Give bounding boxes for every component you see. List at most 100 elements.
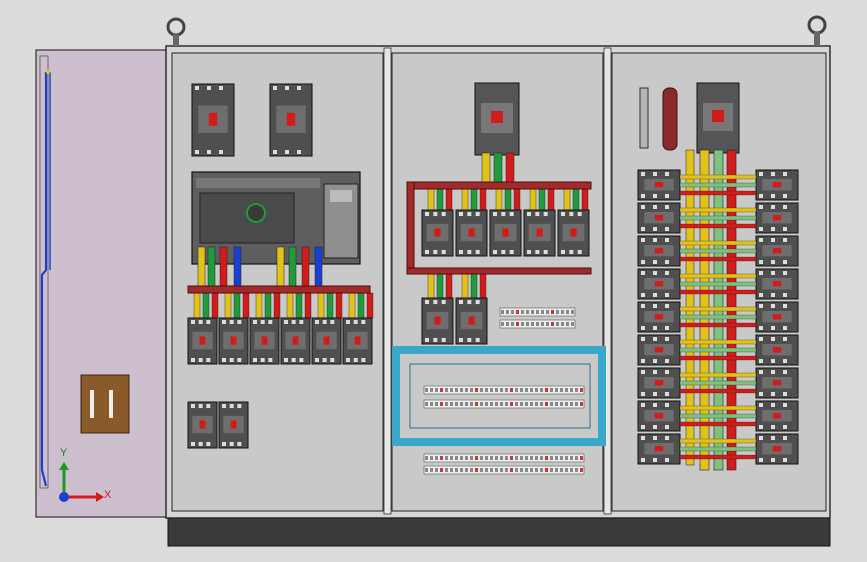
middle-lower-breaker[interactable] bbox=[455, 297, 488, 345]
right-main-breaker[interactable] bbox=[696, 82, 740, 154]
axis-x-label: X bbox=[104, 489, 112, 501]
right-right-breaker[interactable] bbox=[755, 301, 799, 333]
bus-link bbox=[679, 421, 757, 427]
axis-origin-icon bbox=[59, 492, 69, 502]
bus-link bbox=[679, 339, 757, 345]
door-document-pocket bbox=[80, 374, 130, 434]
wire bbox=[317, 292, 325, 319]
wire bbox=[264, 292, 272, 319]
right-right-breaker[interactable] bbox=[755, 400, 799, 432]
right-right-breaker[interactable] bbox=[755, 169, 799, 201]
bus-link bbox=[679, 372, 757, 378]
left-bottom-breaker[interactable] bbox=[218, 401, 249, 449]
right-left-breaker[interactable] bbox=[637, 334, 681, 366]
right-right-breaker[interactable] bbox=[755, 235, 799, 267]
wire bbox=[219, 246, 228, 290]
bus-link bbox=[679, 355, 757, 361]
middle-upper-breaker[interactable] bbox=[523, 209, 556, 257]
wire bbox=[335, 292, 343, 319]
bus-link bbox=[679, 256, 757, 262]
left-mid-breaker[interactable] bbox=[218, 317, 249, 365]
left-mid-breaker[interactable] bbox=[311, 317, 342, 365]
middle-cable-duct bbox=[392, 346, 606, 446]
cabinet-door[interactable] bbox=[35, 49, 169, 518]
left-bottom-breaker[interactable] bbox=[187, 401, 218, 449]
wire bbox=[193, 292, 201, 319]
left-top-breaker[interactable] bbox=[269, 83, 313, 157]
left-mid-breaker[interactable] bbox=[249, 317, 280, 365]
middle-upper-breaker[interactable] bbox=[421, 209, 454, 257]
bus-link bbox=[679, 322, 757, 328]
left-top-breaker[interactable] bbox=[191, 83, 235, 157]
right-left-breaker[interactable] bbox=[637, 400, 681, 432]
wire bbox=[357, 292, 365, 319]
terminal-block bbox=[423, 399, 585, 409]
bus-link bbox=[679, 380, 757, 386]
right-left-breaker[interactable] bbox=[637, 169, 681, 201]
bus-link bbox=[679, 182, 757, 188]
middle-lower-breaker[interactable] bbox=[421, 297, 454, 345]
wire bbox=[207, 246, 216, 290]
wire bbox=[233, 246, 242, 290]
bus-link bbox=[679, 446, 757, 452]
ats-selector-knob-icon[interactable] bbox=[246, 203, 266, 223]
middle-upper-breaker[interactable] bbox=[557, 209, 590, 257]
bus-link bbox=[679, 306, 757, 312]
right-left-breaker[interactable] bbox=[637, 367, 681, 399]
left-mid-breaker[interactable] bbox=[187, 317, 218, 365]
terminal-block bbox=[499, 319, 576, 329]
right-left-breaker[interactable] bbox=[637, 202, 681, 234]
wire bbox=[273, 292, 281, 319]
bus-link bbox=[679, 215, 757, 221]
wire bbox=[242, 292, 250, 319]
bus-link bbox=[679, 454, 757, 460]
right-right-breaker[interactable] bbox=[755, 334, 799, 366]
wire bbox=[224, 292, 232, 319]
left-mid-breaker[interactable] bbox=[342, 317, 373, 365]
bus-link bbox=[679, 388, 757, 394]
middle-upper-breaker[interactable] bbox=[489, 209, 522, 257]
middle-upper-breakers bbox=[421, 209, 590, 257]
wire bbox=[304, 292, 312, 319]
right-left-breaker[interactable] bbox=[637, 433, 681, 465]
bus-link bbox=[679, 240, 757, 246]
bus-link bbox=[679, 174, 757, 180]
middle-main-breaker[interactable] bbox=[474, 82, 520, 156]
cad-viewport[interactable]: X Y bbox=[0, 0, 867, 562]
right-left-breaker[interactable] bbox=[637, 235, 681, 267]
cabinet-plinth bbox=[167, 515, 831, 547]
right-right-breaker[interactable] bbox=[755, 367, 799, 399]
terminal-block bbox=[423, 453, 585, 463]
bus-link bbox=[679, 314, 757, 320]
bus-link bbox=[679, 405, 757, 411]
wire bbox=[233, 292, 241, 319]
right-right-breaker[interactable] bbox=[755, 202, 799, 234]
wire bbox=[202, 292, 210, 319]
bus-link bbox=[679, 438, 757, 444]
wire bbox=[326, 292, 334, 319]
right-left-breaker[interactable] bbox=[637, 301, 681, 333]
right-right-breaker[interactable] bbox=[755, 268, 799, 300]
wire bbox=[211, 292, 219, 319]
middle-upper-breaker[interactable] bbox=[455, 209, 488, 257]
left-busbar bbox=[187, 285, 371, 294]
wire bbox=[255, 292, 263, 319]
wire bbox=[276, 246, 285, 290]
ats-controller[interactable] bbox=[191, 171, 361, 265]
bus-link bbox=[679, 347, 757, 353]
right-left-breaker[interactable] bbox=[637, 268, 681, 300]
bus-link bbox=[679, 248, 757, 254]
wire bbox=[366, 292, 374, 319]
bus-link bbox=[679, 281, 757, 287]
right-right-breaker[interactable] bbox=[755, 433, 799, 465]
bus-link bbox=[679, 289, 757, 295]
wire bbox=[288, 246, 297, 290]
wire bbox=[348, 292, 356, 319]
terminal-block bbox=[423, 385, 585, 395]
terminal-block bbox=[423, 465, 585, 475]
left-mid-breaker[interactable] bbox=[280, 317, 311, 365]
bus-link bbox=[679, 273, 757, 279]
wire bbox=[197, 246, 206, 290]
bus-link bbox=[679, 413, 757, 419]
wire bbox=[314, 246, 323, 290]
